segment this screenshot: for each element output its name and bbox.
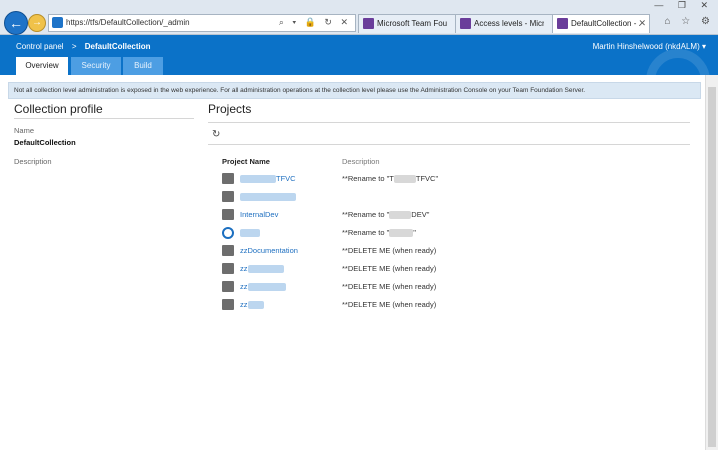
project-description: **Rename to " DEV" <box>342 210 430 220</box>
project-link[interactable]: zz <box>240 282 286 292</box>
team-project-icon <box>222 245 234 256</box>
project-link[interactable]: InternalDev <box>240 210 278 219</box>
project-link[interactable] <box>240 228 260 238</box>
vs-icon <box>363 18 374 29</box>
browser-tab-1[interactable]: Microsoft Team Found... <box>358 14 456 33</box>
project-link[interactable]: zzDocumentation <box>240 246 298 255</box>
url-text: https://tfs/DefaultCollection/_admin <box>66 18 190 27</box>
collection-profile-title: Collection profile <box>14 102 103 116</box>
table-row: zz **DELETE ME (when ready) <box>222 298 642 312</box>
name-label: Name <box>14 126 35 135</box>
divider <box>14 118 194 119</box>
site-icon <box>52 17 63 28</box>
table-row: InternalDev **Rename to " DEV" <box>222 208 642 222</box>
gear-icon <box>646 49 710 75</box>
vs-icon <box>557 18 568 29</box>
table-row: **Rename to " " <box>222 226 642 240</box>
tab-security[interactable]: Security <box>71 57 121 75</box>
breadcrumb-control-panel[interactable]: Control panel <box>16 42 64 51</box>
project-link[interactable] <box>240 192 296 202</box>
team-project-icon <box>222 299 234 310</box>
column-header-name: Project Name <box>222 157 270 166</box>
browser-tab-3[interactable]: DefaultCollection - ... ✕ <box>552 14 650 33</box>
window-controls[interactable]: — ❐ ✕ <box>654 0 714 11</box>
vertical-scrollbar[interactable] <box>705 75 718 450</box>
chevron-down-icon: ▾ <box>701 42 706 51</box>
breadcrumb: Control panel > DefaultCollection <box>16 42 151 51</box>
project-description: **Rename to "T TFVC" <box>342 174 439 184</box>
tab-build[interactable]: Build <box>123 57 163 75</box>
vs-icon <box>460 18 471 29</box>
project-description: **DELETE ME (when ready) <box>342 300 437 309</box>
tab-overview[interactable]: Overview <box>16 57 68 75</box>
divider <box>208 122 690 123</box>
browser-tab-2[interactable]: Access levels - Microso... <box>455 14 553 33</box>
browser-chrome: ← → https://tfs/DefaultCollection/_admin… <box>0 0 718 35</box>
project-description: **DELETE ME (when ready) <box>342 246 437 255</box>
table-row: zzDocumentation **DELETE ME (when ready) <box>222 244 642 258</box>
project-description: **DELETE ME (when ready) <box>342 282 437 291</box>
team-project-icon <box>222 173 234 184</box>
app-header: Control panel > DefaultCollection Martin… <box>0 35 718 75</box>
breadcrumb-current: DefaultCollection <box>84 42 151 51</box>
team-project-icon <box>222 191 234 202</box>
column-header-description: Description <box>342 157 380 166</box>
table-row: zz **DELETE ME (when ready) <box>222 280 642 294</box>
team-project-icon <box>222 263 234 274</box>
project-link[interactable]: TFVC <box>240 174 296 184</box>
project-link[interactable]: zz <box>240 264 284 274</box>
divider <box>208 144 690 145</box>
team-project-icon <box>222 281 234 292</box>
address-tools[interactable]: ⌕ ▾ 🔒 ↻ ✕ <box>279 17 351 28</box>
forward-button[interactable]: → <box>28 14 46 32</box>
project-link[interactable]: zz <box>240 300 264 310</box>
browser-tools[interactable]: ⌂ ☆ ⚙ <box>664 16 714 27</box>
back-button[interactable]: ← <box>4 11 28 35</box>
table-row: TFVC **Rename to "T TFVC" <box>222 172 642 186</box>
tab-label: DefaultCollection - ... <box>571 19 641 28</box>
description-label: Description <box>14 157 52 166</box>
projects-title: Projects <box>208 102 252 116</box>
breadcrumb-separator: > <box>71 42 77 51</box>
scrollbar-thumb[interactable] <box>708 87 716 447</box>
address-bar[interactable]: https://tfs/DefaultCollection/_admin ⌕ ▾… <box>48 14 356 32</box>
table-row: zz **DELETE ME (when ready) <box>222 262 642 276</box>
team-project-icon <box>222 209 234 220</box>
name-value: DefaultCollection <box>14 138 76 147</box>
tab-label: Access levels - Microso... <box>474 19 544 28</box>
table-row <box>222 190 642 204</box>
sync-project-icon <box>222 227 234 239</box>
project-description: **Rename to " " <box>342 228 416 238</box>
refresh-icon[interactable]: ↻ <box>212 129 220 140</box>
info-banner: Not all collection level administration … <box>8 82 701 99</box>
project-description: **DELETE ME (when ready) <box>342 264 437 273</box>
close-icon[interactable]: ✕ <box>638 18 646 29</box>
tab-label: Microsoft Team Found... <box>377 19 447 28</box>
user-menu[interactable]: Martin Hinshelwood (nkdALM) ▾ <box>593 42 706 51</box>
